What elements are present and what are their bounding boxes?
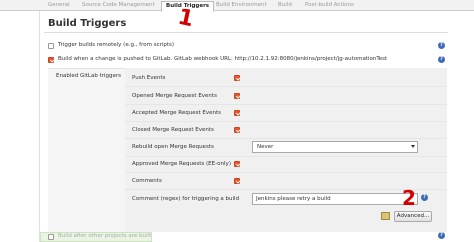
row-divider	[125, 121, 447, 122]
section-divider	[44, 32, 448, 33]
option-comments-label: Comments	[132, 178, 162, 184]
tab-general[interactable]: General	[44, 1, 74, 11]
help-icon[interactable]: ?	[438, 232, 445, 239]
option-push-events-checkbox[interactable]	[234, 75, 240, 81]
trigger-gitlab-checkbox[interactable]	[48, 57, 54, 63]
option-comment-regex-label: Comment (regex) for triggering a build	[132, 196, 240, 202]
option-closed-mr-checkbox[interactable]	[234, 127, 240, 133]
annotation-two: 2	[402, 186, 416, 210]
row-divider	[125, 189, 447, 190]
row-divider	[125, 86, 447, 87]
rebuild-mr-select[interactable]: Never	[252, 141, 418, 153]
option-opened-mr-label: Opened Merge Request Events	[132, 93, 217, 99]
option-opened-mr-checkbox[interactable]	[234, 93, 240, 99]
trigger-remote-checkbox[interactable]	[48, 43, 54, 49]
tab-bar: General Source Code Management Build Tri…	[0, 0, 474, 12]
option-accepted-mr-checkbox[interactable]	[234, 110, 240, 116]
tab-build[interactable]: Build	[274, 1, 296, 11]
left-rail-divider	[39, 11, 40, 242]
build-after-other-projects-label: Build after other projects are built	[58, 233, 152, 239]
option-approved-mr-label: Approved Merge Requests (EE-only)	[132, 161, 231, 167]
notepad-icon	[381, 212, 390, 220]
gitlab-options-header: Enabled GitLab triggers	[56, 73, 122, 79]
option-closed-mr-label: Closed Merge Request Events	[132, 127, 214, 133]
rebuild-mr-select-value: Never	[257, 144, 274, 150]
help-icon[interactable]: ?	[421, 194, 428, 201]
option-push-events-label: Push Events	[132, 75, 166, 81]
build-after-other-projects-checkbox[interactable]	[48, 234, 54, 240]
tab-build-environment[interactable]: Build Environment	[212, 1, 271, 11]
comment-regex-input[interactable]: Jenkins please retry a build	[252, 193, 418, 205]
advanced-button[interactable]: Advanced...	[394, 211, 432, 222]
option-rebuild-mr-label: Rebuild open Merge Requests	[132, 144, 214, 150]
option-accepted-mr-label: Accepted Merge Request Events	[132, 110, 221, 116]
row-divider	[125, 138, 447, 139]
row-divider	[125, 172, 447, 173]
trigger-remote-label: Trigger builds remotely (e.g., from scri…	[58, 42, 175, 48]
tab-source-code-management[interactable]: Source Code Management	[78, 1, 159, 11]
chevron-down-icon	[411, 145, 415, 148]
trigger-gitlab-label: Build when a change is pushed to GitLab.…	[58, 56, 388, 62]
help-icon[interactable]: ?	[438, 56, 445, 63]
row-divider	[125, 104, 447, 105]
tab-post-build-actions[interactable]: Post-build Actions	[301, 1, 358, 11]
option-approved-mr-checkbox[interactable]	[234, 161, 240, 167]
option-comments-checkbox[interactable]	[234, 178, 240, 184]
section-title: Build Triggers	[48, 18, 127, 29]
row-divider	[125, 156, 447, 157]
help-icon[interactable]: ?	[438, 42, 445, 49]
